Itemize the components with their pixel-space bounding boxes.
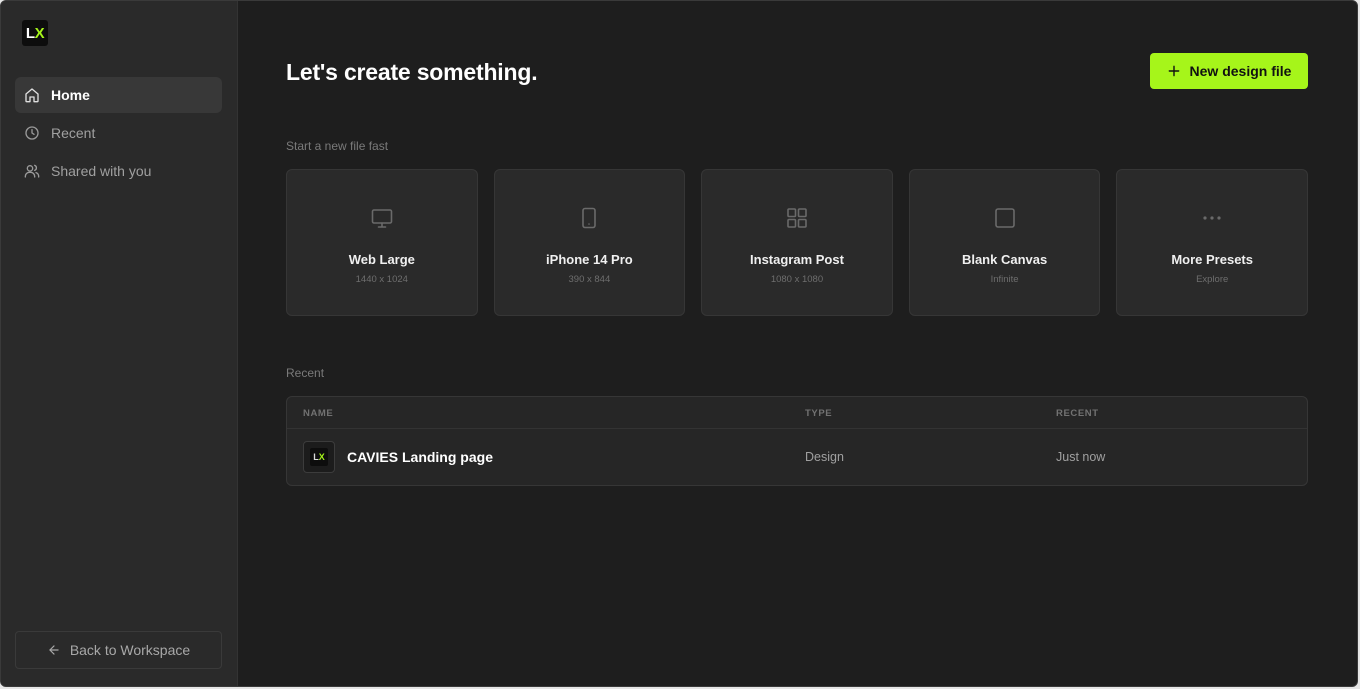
grid-icon (787, 208, 807, 228)
preset-subtitle: 1080 x 1080 (770, 274, 824, 285)
file-type: Design (805, 450, 844, 464)
file-thumbnail: LX (303, 441, 335, 473)
preset-more-presets[interactable]: More Presets Explore (1116, 169, 1308, 316)
back-button-label: Back to Workspace (69, 642, 191, 658)
presets-section-label: Start a new file fast (286, 139, 389, 153)
preset-subtitle: Infinite (990, 274, 1019, 285)
clock-icon (25, 126, 39, 140)
home-icon (25, 88, 39, 103)
sidebar: LX Home Recent Shared with you Back to W… (1, 1, 238, 686)
users-icon (24, 164, 40, 178)
back-to-workspace-button[interactable]: Back to Workspace (15, 631, 222, 669)
preset-subtitle: Explore (1196, 274, 1229, 285)
preset-subtitle: 390 x 844 (568, 274, 611, 285)
new-button-label: New design file (1189, 63, 1292, 79)
preset-title: Web Large (348, 252, 415, 267)
preset-subtitle: 1440 x 1024 (355, 274, 408, 285)
main-content: Let's create something. New design file … (238, 1, 1357, 686)
preset-instagram-post[interactable]: Instagram Post 1080 x 1080 (701, 169, 893, 316)
preset-title: Blank Canvas (961, 252, 1048, 267)
preset-title: iPhone 14 Pro (546, 252, 633, 267)
sidebar-item-shared[interactable]: Shared with you (15, 153, 222, 189)
monitor-icon (371, 209, 393, 228)
table-row[interactable]: LX CAVIES Landing page Design Just now (287, 429, 1307, 485)
file-recent: Just now (1056, 450, 1106, 464)
more-icon (1203, 216, 1221, 220)
column-header-recent[interactable]: RECENT (1056, 408, 1099, 419)
sidebar-item-label: Home (51, 87, 90, 103)
sidebar-nav: Home Recent Shared with you (15, 77, 222, 191)
preset-title: More Presets (1171, 252, 1253, 267)
file-logo-thumb: LX (310, 448, 328, 466)
column-header-name[interactable]: NAME (303, 408, 333, 419)
phone-icon (582, 207, 597, 229)
preset-blank-canvas[interactable]: Blank Canvas Infinite (908, 169, 1101, 316)
plus-icon (1168, 65, 1179, 77)
table-header: NAME TYPE RECENT (287, 397, 1307, 429)
recent-files-table: NAME TYPE RECENT LX CAVIES Landing page … (286, 396, 1308, 486)
preset-iphone-14-pro[interactable]: iPhone 14 Pro 390 x 844 (493, 169, 686, 316)
arrow-left-icon (49, 645, 59, 655)
page-title: Let's create something. (286, 59, 538, 85)
app-window: LX Home Recent Shared with you Back to W… (0, 0, 1358, 687)
sidebar-item-recent[interactable]: Recent (15, 115, 222, 151)
sidebar-item-label: Recent (51, 125, 96, 141)
preset-title: Instagram Post (750, 252, 844, 267)
sidebar-item-label: Shared with you (51, 163, 152, 179)
presets-row: Web Large 1440 x 1024 iPhone 14 Pro 390 … (286, 169, 1308, 316)
file-name: CAVIES Landing page (347, 449, 493, 465)
app-logo[interactable]: LX (22, 20, 48, 46)
recent-section-label: Recent (286, 366, 325, 380)
column-header-type[interactable]: TYPE (805, 408, 832, 419)
sidebar-item-home[interactable]: Home (15, 77, 222, 113)
preset-web-large[interactable]: Web Large 1440 x 1024 (286, 169, 478, 316)
square-icon (994, 208, 1015, 228)
new-design-file-button[interactable]: New design file (1150, 53, 1308, 89)
